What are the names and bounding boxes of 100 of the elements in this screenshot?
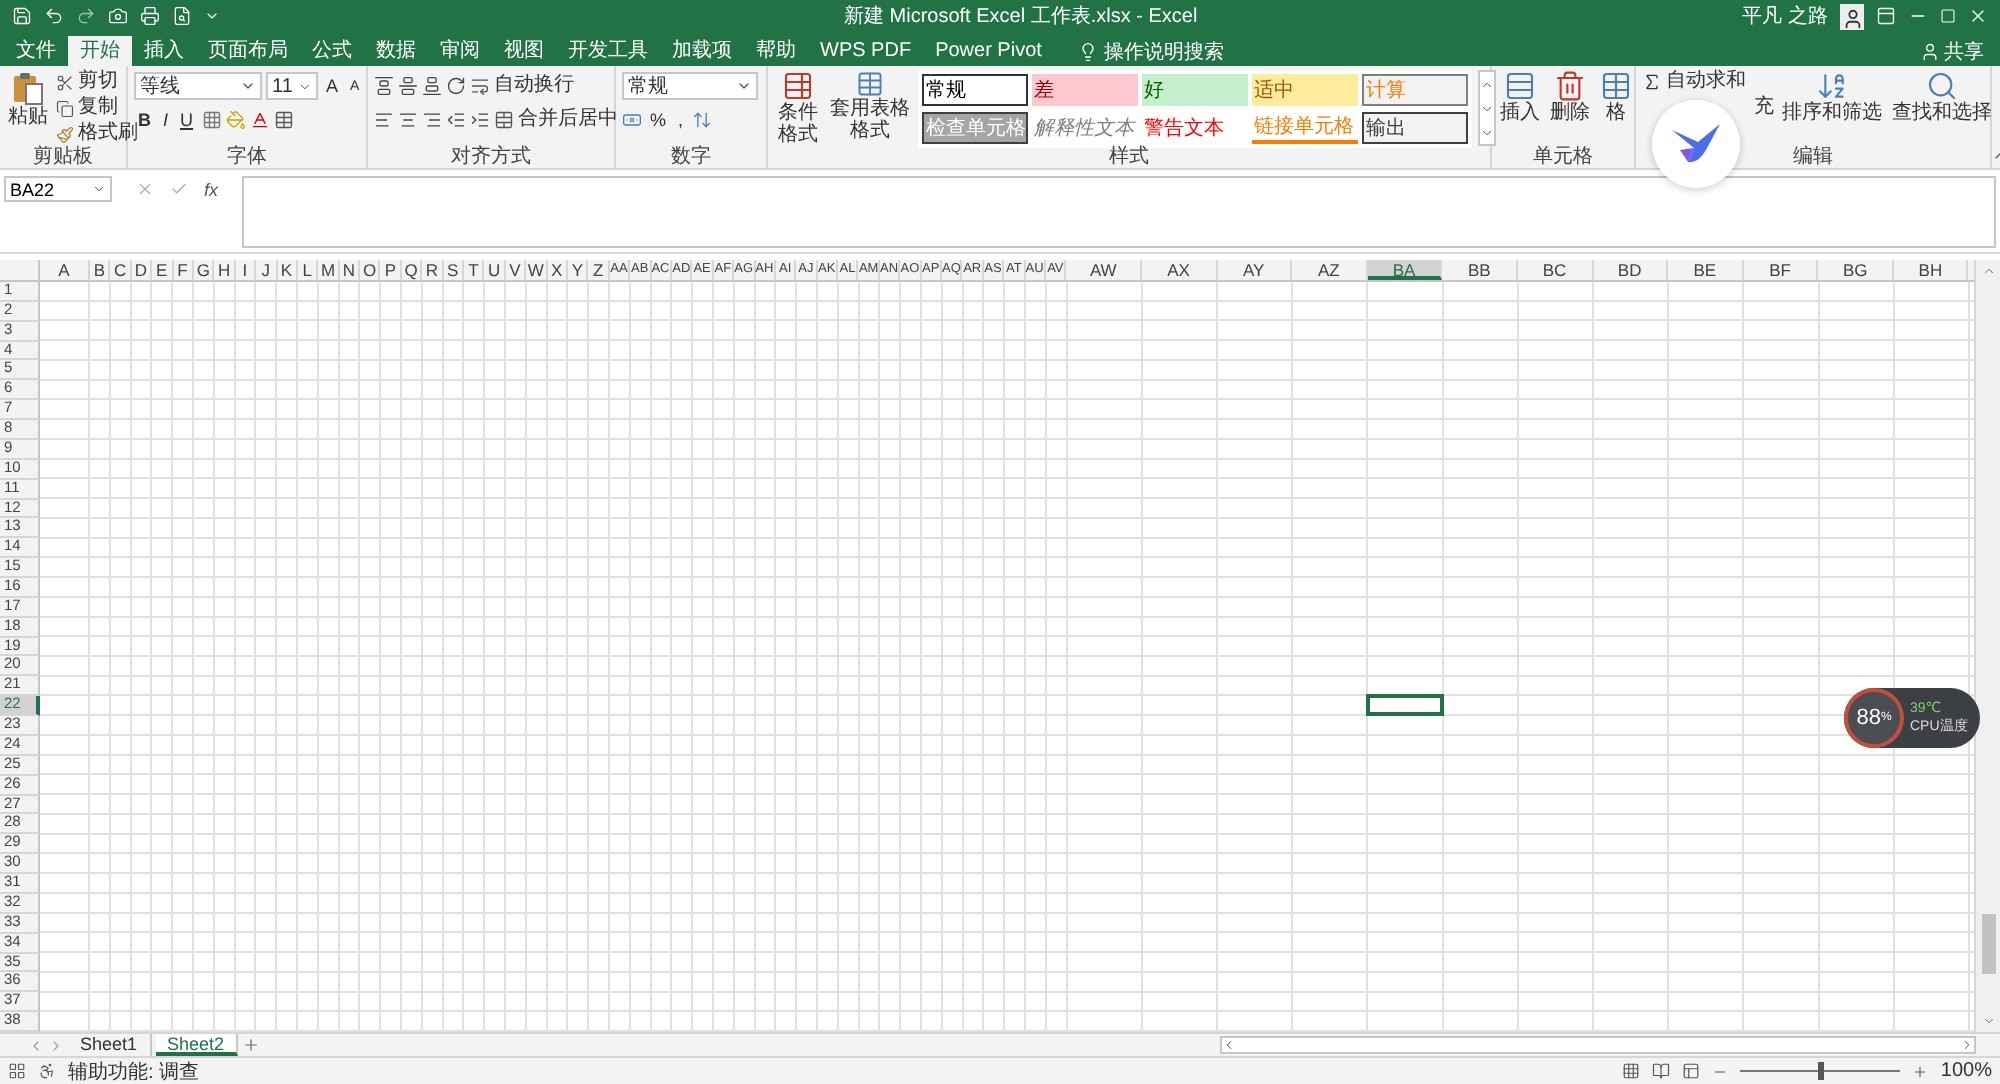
column-header[interactable]: BD (1593, 260, 1669, 280)
column-header[interactable]: J (256, 260, 278, 280)
user-name[interactable]: 平凡 之路 (1742, 2, 1828, 30)
menu-tab[interactable]: 文件 (4, 36, 68, 66)
font-size-field[interactable]: 11 (266, 72, 318, 100)
undo-icon[interactable] (44, 6, 64, 26)
print-preview-icon[interactable] (172, 6, 192, 26)
column-header[interactable]: S (443, 260, 465, 280)
column-header[interactable]: U (484, 260, 506, 280)
customize-toolbar-icon[interactable] (204, 8, 220, 24)
column-header[interactable]: K (277, 260, 298, 280)
column-header[interactable]: A (40, 260, 90, 280)
menu-tab[interactable]: WPS PDF (808, 36, 924, 66)
column-header[interactable]: N (339, 260, 361, 280)
underline-button[interactable]: U (176, 110, 198, 130)
percent-button[interactable]: % (646, 110, 671, 130)
cell-style[interactable]: 适中 (1252, 74, 1358, 106)
column-header[interactable]: BG (1818, 260, 1894, 280)
indent-decrease-icon[interactable] (446, 110, 466, 130)
currency-icon[interactable] (622, 110, 642, 130)
column-header[interactable]: BH (1893, 260, 1969, 280)
menu-tab[interactable]: 帮助 (744, 36, 808, 66)
format-button[interactable]: 格 (1598, 70, 1634, 124)
restore-icon[interactable] (1940, 8, 1956, 24)
column-header[interactable]: B (90, 260, 111, 280)
menu-tab[interactable]: 公式 (300, 36, 364, 66)
column-header[interactable]: Q (401, 260, 423, 280)
delete-button[interactable]: 删除 (1548, 70, 1592, 124)
conditional-format-button[interactable]: 条件格式 (774, 70, 822, 146)
fill-color-icon[interactable] (225, 110, 246, 130)
cell-style[interactable]: 输出 (1362, 112, 1468, 144)
insert-function-button[interactable]: fx (204, 179, 219, 199)
zoom-slider[interactable] (1740, 1062, 1901, 1080)
normal-view-icon[interactable] (1622, 1062, 1641, 1080)
up-icon[interactable] (1981, 264, 1995, 278)
menu-tab[interactable]: 审阅 (428, 36, 492, 66)
align-right-icon[interactable] (422, 110, 442, 130)
number-format-field[interactable]: 常规 (622, 72, 758, 100)
menu-tab[interactable]: Power Pivot (923, 36, 1054, 66)
page-break-icon[interactable] (1682, 1062, 1701, 1080)
cut-button[interactable]: 剪切 (56, 70, 138, 94)
share-button[interactable]: 共享 (1920, 36, 1984, 66)
sheet-tab[interactable]: Sheet2 (155, 1034, 239, 1056)
align-top-icon[interactable] (374, 76, 394, 96)
copy-button[interactable]: 复制 (56, 96, 138, 120)
down-icon[interactable] (1981, 1014, 1995, 1028)
horizontal-scrollbar[interactable] (1220, 1036, 1976, 1054)
name-box[interactable]: BA22 (4, 176, 112, 202)
add-sheet-icon[interactable] (242, 1036, 261, 1054)
column-header[interactable]: O (360, 260, 381, 280)
column-header[interactable]: BE (1668, 260, 1744, 280)
menu-tab[interactable]: 视图 (492, 36, 556, 66)
menu-tab[interactable]: 开发工具 (556, 36, 660, 66)
search-field[interactable]: 操作说明搜索 (1069, 36, 1232, 66)
camera-icon[interactable] (108, 6, 128, 26)
zoom-in-icon[interactable] (1912, 1063, 1929, 1079)
column-header[interactable]: AX (1141, 260, 1218, 280)
avatar[interactable] (1840, 3, 1864, 29)
cell-style[interactable]: 差 (1032, 74, 1138, 106)
formula-input[interactable] (242, 176, 1996, 248)
column-header[interactable]: F (173, 260, 194, 280)
save-icon[interactable] (12, 6, 32, 26)
format-painter-button[interactable]: 格式刷 (56, 122, 138, 146)
menu-tab[interactable]: 数据 (364, 36, 428, 66)
align-left-icon[interactable] (374, 110, 394, 130)
cell-style[interactable]: 好 (1142, 74, 1248, 106)
column-header[interactable]: BA (1367, 260, 1443, 280)
zoom-level[interactable]: 100% (1940, 1060, 1992, 1082)
column-header[interactable]: T (464, 260, 485, 280)
italic-button[interactable]: I (159, 110, 173, 130)
redo-icon[interactable] (76, 6, 96, 26)
find-select-button[interactable]: 查找和选择 (1890, 70, 1994, 124)
column-header[interactable]: P (380, 260, 402, 280)
ribbon-display-icon[interactable] (1876, 6, 1896, 26)
selected-cell[interactable] (1366, 694, 1444, 717)
borders-icon[interactable] (201, 110, 222, 130)
column-header[interactable]: AY (1217, 260, 1293, 280)
grow-font-button[interactable]: A (322, 76, 343, 96)
menu-tab[interactable]: 开始 (68, 36, 132, 66)
page-layout-icon[interactable] (1652, 1062, 1671, 1080)
column-header[interactable]: BC (1517, 260, 1594, 280)
autosum-button[interactable]: 自动求和 (1642, 70, 1774, 94)
next-sheet-icon[interactable] (48, 1037, 64, 1053)
accessibility-status[interactable]: 辅助功能: 调查 (68, 1057, 200, 1084)
align-center-icon[interactable] (398, 110, 418, 130)
bold-button[interactable]: B (134, 110, 155, 130)
menu-tab[interactable]: 加载项 (660, 36, 744, 66)
close-icon[interactable] (1968, 6, 1988, 26)
font-color-icon[interactable] (249, 110, 270, 130)
column-header[interactable]: V (505, 260, 527, 280)
sort-filter-button[interactable]: 排序和筛选 (1780, 70, 1884, 124)
orientation-icon[interactable] (446, 76, 466, 96)
column-header[interactable]: W (526, 260, 548, 280)
column-header[interactable]: Z (588, 260, 610, 280)
menu-tab[interactable]: 插入 (132, 36, 196, 66)
column-header[interactable]: C (110, 260, 132, 280)
menu-tab[interactable]: 页面布局 (196, 36, 300, 66)
font-name-field[interactable]: 等线 (134, 72, 262, 100)
column-header[interactable]: R (422, 260, 444, 280)
column-header[interactable]: BF (1743, 260, 1819, 280)
